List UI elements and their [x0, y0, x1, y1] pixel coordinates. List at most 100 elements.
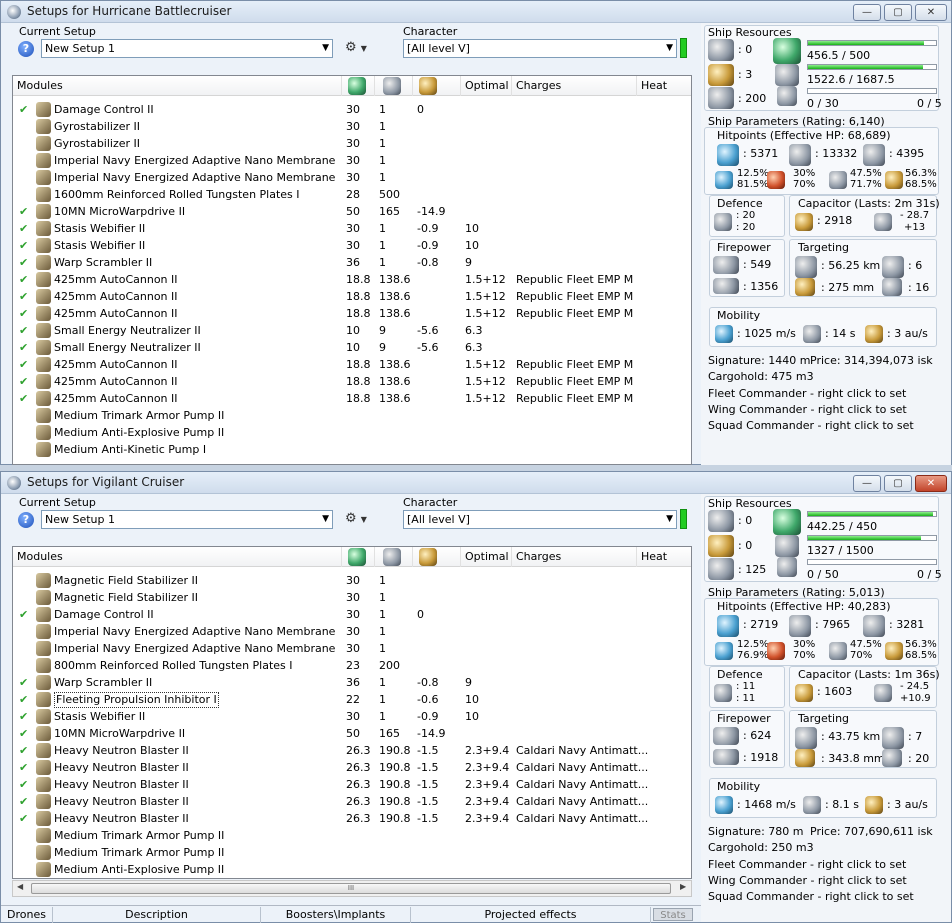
- module-row[interactable]: Gyrostabilizer II 30 1: [13, 135, 691, 152]
- velocity-icon: [715, 325, 733, 343]
- explosive-armor-resist: 68.5%: [905, 650, 937, 661]
- module-row[interactable]: ✔ 10MN MicroWarpdrive II 50 165 -14.9: [13, 203, 691, 220]
- tab-description[interactable]: Description: [53, 907, 261, 923]
- fleet-commander-slot[interactable]: Fleet Commander - right click to set: [708, 858, 906, 871]
- module-row[interactable]: ✔ Stasis Webifier II 30 1 -0.9 10: [13, 237, 691, 254]
- module-row[interactable]: ✔ Fleeting Propulsion Inhibitor I 22 1 -0.6 1…: [13, 691, 691, 708]
- module-row[interactable]: ✔ Warp Scrambler II 36 1 -0.8 9: [13, 674, 691, 691]
- module-row[interactable]: ✔ 10MN MicroWarpdrive II 50 165 -14.9: [13, 725, 691, 742]
- maximize-button[interactable]: ▢: [884, 475, 912, 492]
- module-cpu: 30: [346, 103, 360, 116]
- help-icon[interactable]: ?: [18, 512, 34, 528]
- header-capacitor[interactable]: [413, 76, 461, 96]
- module-row[interactable]: Medium Anti-Explosive Pump II: [13, 424, 691, 441]
- online-check-icon: ✔: [19, 795, 29, 808]
- help-icon[interactable]: ?: [18, 41, 34, 57]
- module-row[interactable]: ✔ Heavy Neutron Blaster II 26.3 190.8 -1.5 2.…: [13, 742, 691, 759]
- header-optimal[interactable]: Optimal: [461, 547, 512, 567]
- setup-select[interactable]: New Setup 1 ▼: [41, 510, 333, 529]
- fleet-commander-slot[interactable]: Fleet Commander - right click to set: [708, 387, 906, 400]
- module-row[interactable]: Medium Anti-Kinetic Pump I: [13, 441, 691, 458]
- close-button[interactable]: ✕: [915, 4, 947, 21]
- module-powergrid: 1: [379, 676, 386, 689]
- module-row[interactable]: ✔ Warp Scrambler II 36 1 -0.8 9: [13, 254, 691, 271]
- character-select[interactable]: [All level V] ▼: [403, 510, 677, 529]
- header-charges[interactable]: Charges: [512, 547, 637, 567]
- modules-grid[interactable]: Modules Optimal Charges Heat ✔ Damage Con…: [12, 75, 692, 465]
- title-bar[interactable]: Setups for Vigilant Cruiser — ▢ ✕: [1, 472, 951, 494]
- module-row[interactable]: ✔ 425mm AutoCannon II 18.8 138.6 1.5+12 Repub…: [13, 373, 691, 390]
- tab-stats[interactable]: Stats: [653, 908, 693, 921]
- module-row[interactable]: 800mm Reinforced Rolled Tungsten Plates …: [13, 657, 691, 674]
- header-cpu[interactable]: [342, 547, 375, 567]
- module-row[interactable]: ✔ Small Energy Neutralizer II 10 9 -5.6 6.3: [13, 339, 691, 356]
- tab-projected-effects[interactable]: Projected effects: [411, 907, 651, 923]
- header-optimal[interactable]: Optimal: [461, 76, 512, 96]
- module-row[interactable]: ✔ 425mm AutoCannon II 18.8 138.6 1.5+12 Repub…: [13, 271, 691, 288]
- tab-boosters-implants[interactable]: Boosters\Implants: [261, 907, 411, 923]
- module-row[interactable]: ✔ Heavy Neutron Blaster II 26.3 190.8 -1.5 2.…: [13, 776, 691, 793]
- setup-select[interactable]: New Setup 1 ▼: [41, 39, 333, 58]
- tab-drones[interactable]: Drones: [1, 907, 53, 923]
- tools-button[interactable]: ⚙ ▼: [345, 39, 373, 58]
- scroll-right-icon[interactable]: ▶: [680, 882, 686, 891]
- header-charges[interactable]: Charges: [512, 76, 637, 96]
- module-row[interactable]: ✔ 425mm AutoCannon II 18.8 138.6 1.5+12 Repub…: [13, 356, 691, 373]
- wing-commander-slot[interactable]: Wing Commander - right click to set: [708, 874, 907, 887]
- explosive-shield-resist: 56.3%: [905, 168, 937, 179]
- align-time-value: : 8.1 s: [825, 798, 859, 811]
- defence-value-2: : 20: [736, 222, 756, 233]
- module-icon: [36, 641, 51, 656]
- header-powergrid[interactable]: [375, 76, 413, 96]
- header-cpu[interactable]: [342, 76, 375, 96]
- module-row[interactable]: 1600mm Reinforced Rolled Tungsten Plates…: [13, 186, 691, 203]
- module-row[interactable]: ✔ 425mm AutoCannon II 18.8 138.6 1.5+12 Repub…: [13, 305, 691, 322]
- character-select[interactable]: [All level V] ▼: [403, 39, 677, 58]
- module-row[interactable]: Imperial Navy Energized Adaptive Nano Me…: [13, 152, 691, 169]
- module-row[interactable]: Magnetic Field Stabilizer II 30 1: [13, 572, 691, 589]
- maximize-button[interactable]: ▢: [884, 4, 912, 21]
- squad-commander-slot[interactable]: Squad Commander - right click to set: [708, 890, 914, 903]
- module-row[interactable]: Magnetic Field Stabilizer II 30 1: [13, 589, 691, 606]
- module-row[interactable]: Medium Anti-Explosive Pump II: [13, 861, 691, 878]
- module-row[interactable]: ✔ Small Energy Neutralizer II 10 9 -5.6 6.3: [13, 322, 691, 339]
- squad-commander-slot[interactable]: Squad Commander - right click to set: [708, 419, 914, 432]
- wing-commander-slot[interactable]: Wing Commander - right click to set: [708, 403, 907, 416]
- module-cpu: 30: [346, 642, 360, 655]
- header-heat[interactable]: Heat: [637, 76, 691, 96]
- module-icon: [36, 811, 51, 826]
- modules-grid[interactable]: Modules Optimal Charges Heat Magnetic Fi…: [12, 546, 692, 879]
- module-row[interactable]: Imperial Navy Energized Adaptive Nano Me…: [13, 640, 691, 657]
- tools-button[interactable]: ⚙ ▼: [345, 510, 373, 529]
- horizontal-scrollbar[interactable]: ◀ III ▶: [12, 880, 692, 897]
- scroll-thumb[interactable]: III: [31, 883, 671, 894]
- chevron-down-icon: ▼: [360, 44, 367, 53]
- close-button[interactable]: ✕: [915, 475, 947, 492]
- minimize-button[interactable]: —: [853, 4, 881, 21]
- module-row[interactable]: ✔ 425mm AutoCannon II 18.8 138.6 1.5+12 Repub…: [13, 288, 691, 305]
- module-row[interactable]: ✔ Heavy Neutron Blaster II 26.3 190.8 -1.5 2.…: [13, 793, 691, 810]
- module-row[interactable]: Medium Trimark Armor Pump II: [13, 407, 691, 424]
- header-modules[interactable]: Modules: [13, 76, 342, 96]
- module-row[interactable]: ✔ 425mm AutoCannon II 18.8 138.6 1.5+12 Repub…: [13, 390, 691, 407]
- module-row[interactable]: ✔ Heavy Neutron Blaster II 26.3 190.8 -1.5 2.…: [13, 810, 691, 827]
- header-powergrid[interactable]: [375, 547, 413, 567]
- header-heat[interactable]: Heat: [637, 547, 691, 567]
- header-capacitor[interactable]: [413, 547, 461, 567]
- module-row[interactable]: ✔ Damage Control II 30 1 0: [13, 606, 691, 623]
- header-modules[interactable]: Modules: [13, 547, 342, 567]
- capacitor-icon: [419, 548, 437, 566]
- module-row[interactable]: ✔ Heavy Neutron Blaster II 26.3 190.8 -1.5 2.…: [13, 759, 691, 776]
- module-row[interactable]: ✔ Stasis Webifier II 30 1 -0.9 10: [13, 220, 691, 237]
- scroll-left-icon[interactable]: ◀: [17, 882, 23, 891]
- title-bar[interactable]: Setups for Hurricane Battlecruiser — ▢ ✕: [1, 1, 951, 23]
- module-row[interactable]: ✔ Damage Control II 30 1 0: [13, 101, 691, 118]
- minimize-button[interactable]: —: [853, 475, 881, 492]
- module-powergrid: 500: [379, 188, 400, 201]
- module-row[interactable]: Medium Trimark Armor Pump II: [13, 827, 691, 844]
- module-row[interactable]: Medium Trimark Armor Pump II: [13, 844, 691, 861]
- module-row[interactable]: Gyrostabilizer II 30 1: [13, 118, 691, 135]
- module-row[interactable]: ✔ Stasis Webifier II 30 1 -0.9 10: [13, 708, 691, 725]
- module-row[interactable]: Imperial Navy Energized Adaptive Nano Me…: [13, 169, 691, 186]
- module-row[interactable]: Imperial Navy Energized Adaptive Nano Me…: [13, 623, 691, 640]
